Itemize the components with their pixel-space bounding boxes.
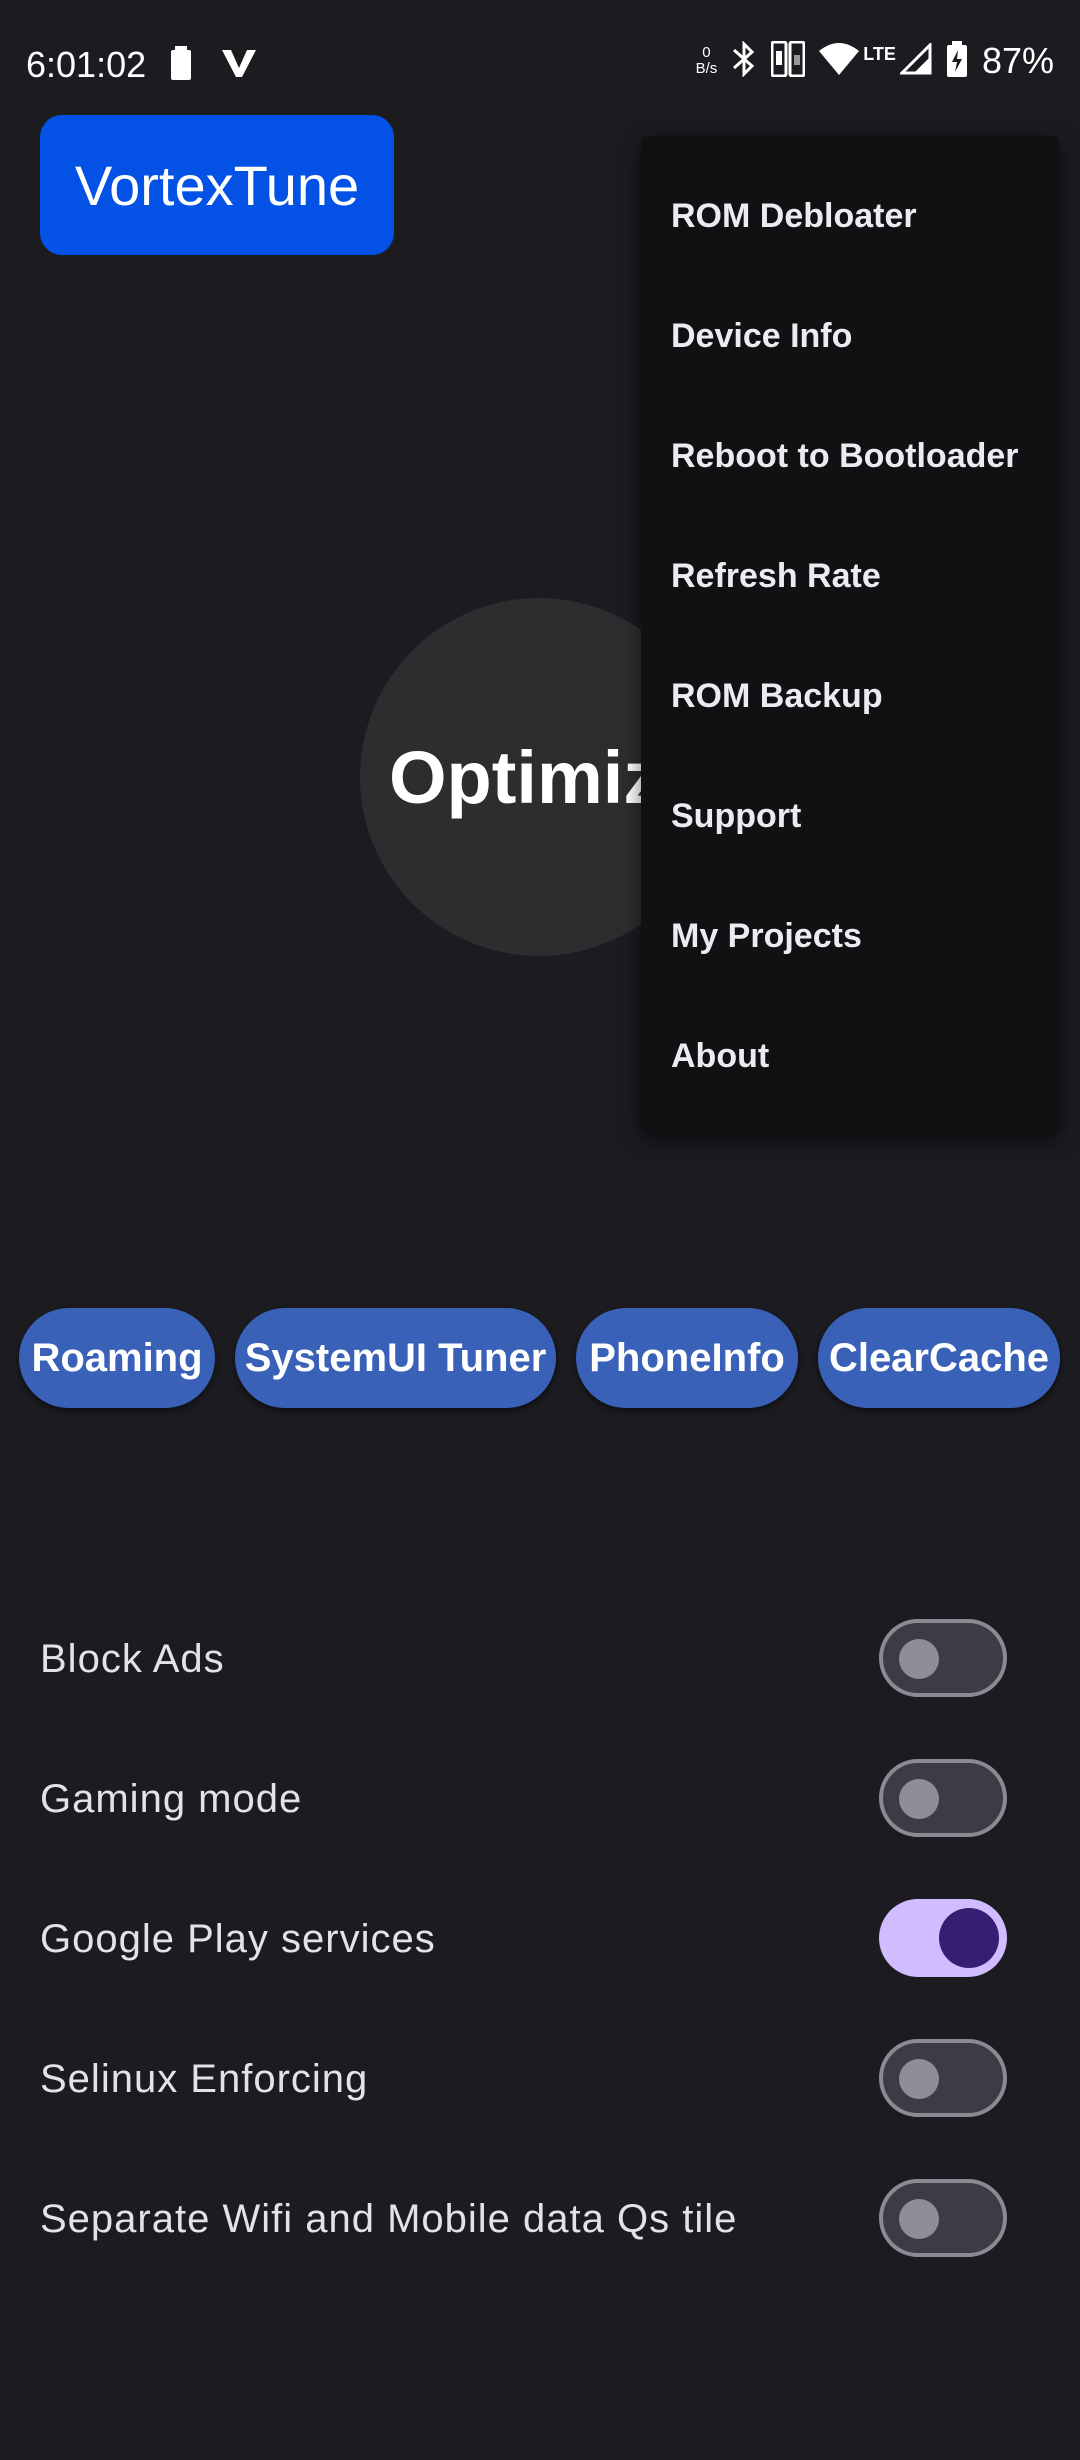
- battery-saver-icon: [170, 46, 192, 85]
- toggle-row-selinux-enforcing: Selinux Enforcing: [0, 2029, 1080, 2129]
- status-left-icons: [170, 46, 256, 85]
- toggle-row-block-ads: Block Ads: [0, 1609, 1080, 1709]
- status-time: 6:01:02: [26, 44, 147, 85]
- block-ads-switch[interactable]: [879, 1619, 1007, 1697]
- optimize-label: Optimiz: [389, 736, 661, 819]
- lte-label: LTE: [863, 43, 896, 64]
- chip-roaming[interactable]: Roaming: [19, 1308, 215, 1408]
- app-title-button[interactable]: VortexTune: [40, 115, 394, 255]
- menu-item-device-info[interactable]: Device Info: [671, 317, 852, 356]
- toggle-label: Gaming mode: [40, 1777, 303, 1821]
- menu-item-rom-debloater[interactable]: ROM Debloater: [671, 197, 917, 236]
- toggle-label: Separate Wifi and Mobile data Qs tile: [40, 2197, 738, 2241]
- switch-knob: [899, 2199, 939, 2239]
- toggle-row-gaming-mode: Gaming mode: [0, 1749, 1080, 1849]
- sim-icon: [770, 40, 806, 82]
- status-bar: 6:01:02 0 B/s LTE 87%: [0, 0, 1080, 130]
- toggle-label: Block Ads: [40, 1637, 225, 1681]
- overflow-menu: ROM Debloater Device Info Reboot to Boot…: [641, 136, 1059, 1134]
- toggle-label: Selinux Enforcing: [40, 2057, 369, 2101]
- menu-item-reboot-bootloader[interactable]: Reboot to Bootloader: [671, 437, 1019, 476]
- chip-systemui-tuner[interactable]: SystemUI Tuner: [235, 1308, 556, 1408]
- battery-percent: 87%: [981, 40, 1054, 81]
- toggle-label: Google Play services: [40, 1917, 436, 1961]
- battery-charging-icon: [946, 40, 968, 82]
- gaming-mode-switch[interactable]: [879, 1759, 1007, 1837]
- status-right-icons: 0 B/s LTE 87%: [696, 39, 1054, 82]
- signal-icon: [898, 40, 932, 80]
- switch-knob: [939, 1908, 999, 1968]
- v-app-icon: [222, 48, 256, 83]
- chip-clearcache[interactable]: ClearCache: [818, 1308, 1060, 1408]
- menu-item-rom-backup[interactable]: ROM Backup: [671, 677, 883, 716]
- selinux-enforcing-switch[interactable]: [879, 2039, 1007, 2117]
- net-speed-unit: B/s: [695, 60, 718, 77]
- switch-knob: [899, 2059, 939, 2099]
- menu-item-about[interactable]: About: [671, 1037, 769, 1076]
- menu-item-support[interactable]: Support: [671, 797, 801, 836]
- switch-knob: [899, 1639, 939, 1679]
- toggle-row-separate-qs-tile: Separate Wifi and Mobile data Qs tile: [0, 2169, 1080, 2269]
- bluetooth-icon: [731, 39, 757, 82]
- toggle-row-google-play-services: Google Play services: [0, 1889, 1080, 1989]
- chip-phoneinfo[interactable]: PhoneInfo: [576, 1308, 798, 1408]
- app-screen: 6:01:02 0 B/s LTE 87% VortexTune Optimiz…: [0, 0, 1080, 2460]
- net-speed: 0 B/s: [696, 45, 718, 77]
- wifi-icon: [819, 42, 860, 80]
- net-speed-value: 0: [702, 44, 711, 61]
- google-play-services-switch[interactable]: [879, 1899, 1007, 1977]
- switch-knob: [899, 1779, 939, 1819]
- menu-item-my-projects[interactable]: My Projects: [671, 917, 862, 956]
- menu-item-refresh-rate[interactable]: Refresh Rate: [671, 557, 881, 596]
- separate-qs-tile-switch[interactable]: [879, 2179, 1007, 2257]
